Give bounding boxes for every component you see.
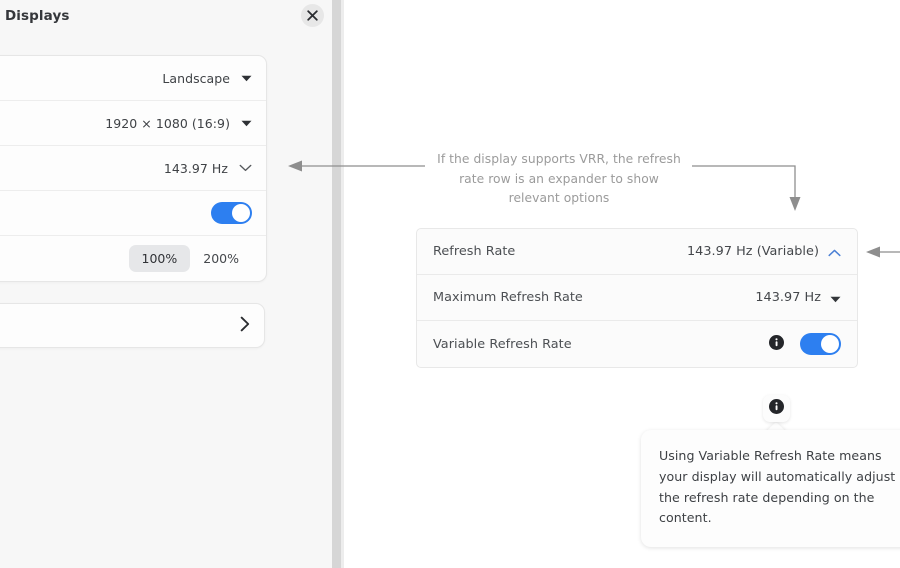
toggle-knob	[821, 335, 839, 353]
close-button[interactable]	[301, 4, 324, 27]
orientation-value: Landscape	[162, 70, 230, 86]
scale-row[interactable]: 100% 200%	[0, 236, 266, 281]
variable-refresh-rate-label: Variable Refresh Rate	[433, 336, 572, 352]
arrow-from-right-edge	[866, 246, 900, 258]
maximum-refresh-rate-row[interactable]: Maximum Refresh Rate 143.97 Hz	[417, 275, 857, 321]
refresh-rate-label: Refresh Rate	[433, 244, 516, 259]
scale-option-200[interactable]: 200%	[190, 245, 252, 272]
triangle-down-icon	[241, 120, 252, 127]
display-preferences-card: Landscape 1920 × 1080 (16:9) 143.97 Hz 1…	[0, 55, 267, 282]
tooltip-info-badge[interactable]	[763, 395, 790, 422]
variable-refresh-rate-toggle[interactable]	[800, 333, 841, 355]
info-icon	[769, 399, 784, 418]
chevron-right-icon	[240, 316, 250, 336]
triangle-down-icon	[241, 75, 252, 82]
chevron-down-icon	[239, 164, 252, 172]
refresh-rate-value: 143.97 Hz	[163, 160, 228, 176]
arrow-to-refresh-card	[692, 165, 801, 211]
annotation-caption: If the display supports VRR, the refresh…	[437, 152, 681, 206]
hdr-toggle-row[interactable]	[0, 191, 266, 236]
refresh-rate-card: Refresh Rate 143.97 Hz (Variable) Maximu…	[416, 228, 858, 368]
window-title: Displays	[5, 8, 70, 24]
window-edge-shadow	[341, 0, 344, 568]
chevron-up-icon[interactable]	[828, 242, 841, 261]
display-toggle[interactable]	[211, 202, 252, 224]
info-icon[interactable]	[769, 334, 784, 354]
resolution-row[interactable]: 1920 × 1080 (16:9)	[0, 101, 266, 146]
resolution-value: 1920 × 1080 (16:9)	[105, 115, 230, 131]
scale-segmented-control[interactable]: 100% 200%	[128, 245, 253, 272]
window-right-edge	[332, 0, 341, 568]
refresh-rate-expander-row[interactable]: Refresh Rate 143.97 Hz (Variable)	[417, 229, 857, 275]
toggle-knob	[232, 204, 250, 222]
close-icon	[307, 10, 318, 21]
orientation-row[interactable]: Landscape	[0, 56, 266, 101]
maximum-refresh-rate-label: Maximum Refresh Rate	[433, 290, 583, 305]
variable-refresh-rate-row[interactable]: Variable Refresh Rate	[417, 321, 857, 367]
screenshot-root: Displays Landscape 1920 × 1080 (16:9) 14…	[0, 0, 900, 568]
refresh-rate-value: 143.97 Hz (Variable)	[686, 244, 819, 259]
refresh-rate-row[interactable]: 143.97 Hz	[0, 146, 266, 191]
advanced-display-row[interactable]	[0, 303, 265, 348]
scale-option-100[interactable]: 100%	[128, 245, 191, 272]
triangle-down-icon[interactable]	[830, 288, 841, 307]
tooltip-bubble: Using Variable Refresh Rate means your d…	[641, 430, 900, 548]
maximum-refresh-rate-value: 143.97 Hz	[755, 290, 821, 305]
displays-settings-window: Displays Landscape 1920 × 1080 (16:9) 14…	[0, 0, 332, 568]
